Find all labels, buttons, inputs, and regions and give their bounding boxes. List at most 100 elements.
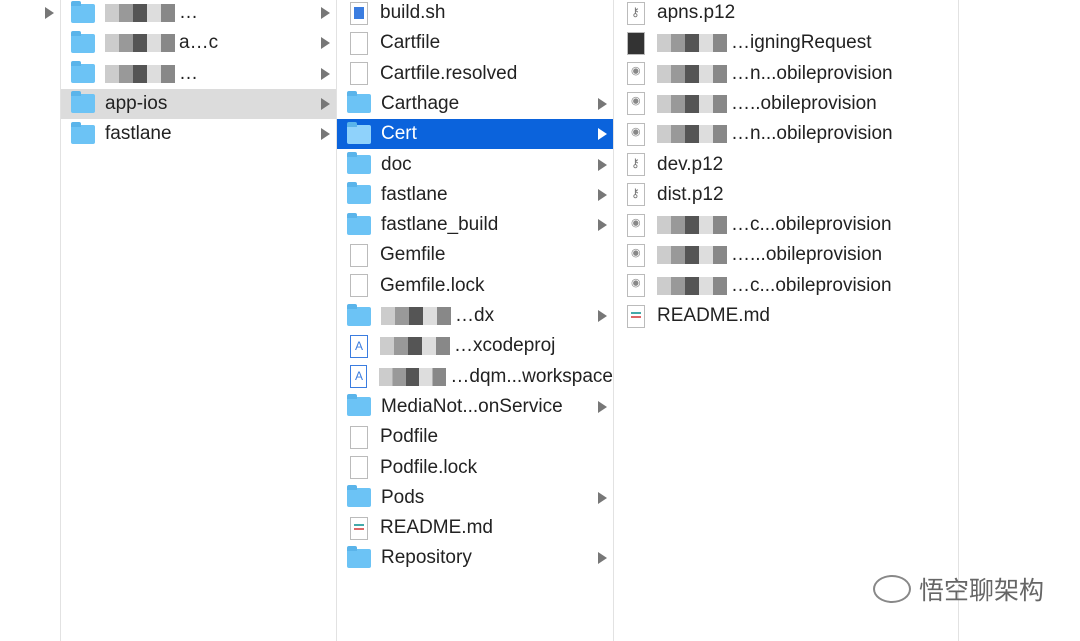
chevron-right-icon [598,552,607,565]
redacted-mosaic [657,94,727,113]
item-label: Cert [381,123,417,145]
chevron-right-icon [321,37,330,50]
item-label: Cartfile [380,32,441,54]
redacted-mosaic [105,64,175,83]
item-label: Pods [381,486,425,508]
file-sh-icon [350,1,368,25]
item-label: dist.p12 [657,183,724,205]
list-item[interactable]: Gemfile.lock [337,271,613,301]
list-item[interactable]: Gemfile [337,240,613,270]
item-label: Repository [381,547,472,569]
list-item[interactable]: dev.p12 [614,150,958,180]
redacted-mosaic [657,216,727,235]
item-label: Carthage [381,92,460,114]
folder-icon [71,0,95,23]
file-prov-icon [627,92,645,116]
list-item[interactable]: …n...obileprovision [614,59,958,89]
file-key-icon [627,183,645,207]
item-label: …c...obileprovision [731,274,892,296]
list-item[interactable]: Pods [337,483,613,513]
folder-icon [347,485,371,508]
item-label: …igningRequest [731,32,872,54]
list-item[interactable]: Cartfile [337,28,613,58]
list-item[interactable]: README.md [614,301,958,331]
list-item[interactable]: build.sh [337,0,613,28]
item-label: MediaNot...onService [381,395,563,417]
item-label: README.md [657,305,770,326]
folder-icon [347,182,371,205]
list-item[interactable]: …n...obileprovision [614,119,958,149]
chevron-right-icon [598,310,607,322]
list-item[interactable]: apns.p12 [614,0,958,28]
list-item[interactable]: Podfile.lock [337,453,613,483]
list-item[interactable]: Podfile [337,422,613,452]
list-item[interactable]: doc [337,150,613,180]
item-label: Gemfile [380,244,446,266]
redacted-mosaic [381,307,451,325]
item-label: fastlane_build [381,214,499,236]
redacted-mosaic [657,34,727,53]
list-item[interactable]: …igningRequest [614,28,958,58]
item-label: build.sh [380,2,446,23]
item-label: dev.p12 [657,153,724,175]
file-md-icon [627,304,645,328]
list-item[interactable]: fastlane_build [337,210,613,240]
chevron-right-icon [598,400,607,413]
list-item[interactable] [0,0,60,28]
folder-icon [347,121,371,144]
chevron-right-icon [598,491,607,504]
list-item[interactable]: app-ios [61,88,336,119]
list-item[interactable]: Cert [337,119,613,150]
chevron-right-icon [598,128,607,141]
folder-icon [71,121,95,144]
folder-icon [71,30,95,53]
chevron-right-icon [598,158,607,171]
item-label: …n...obileprovision [731,123,893,145]
list-item[interactable]: …c...obileprovision [614,210,958,240]
item-label: …..obileprovision [731,92,877,114]
list-item[interactable]: fastlane [337,180,613,210]
file-doc-icon [350,456,368,479]
file-key-icon [627,153,645,176]
list-item[interactable]: a…c [61,28,336,58]
redacted-mosaic [657,276,727,295]
file-key-icon [627,1,645,25]
list-item[interactable]: dist.p12 [614,180,958,210]
chevron-right-icon [45,7,54,19]
list-item[interactable]: …xcodeproj [337,331,613,361]
item-label: …n...obileprovision [731,62,893,84]
column-app-ios: build.sh Cartfile Cartfile.resolved Carthag… [337,0,614,641]
list-item[interactable]: fastlane [61,119,336,149]
redacted-mosaic [657,64,727,83]
list-item[interactable]: …dqm...workspace [337,362,613,392]
list-item[interactable]: …..obileprovision [614,89,958,119]
list-item[interactable]: Carthage [337,89,613,119]
list-item[interactable]: …dx [337,301,613,331]
column-cert: apns.p12 …igningRequest …n...obileprovisio… [614,0,959,641]
chevron-right-icon [321,97,330,110]
list-item[interactable]: …...obileprovision [614,240,958,270]
list-item[interactable]: … [61,0,336,28]
item-label: …dqm...workspace [450,365,613,387]
item-label: fastlane [381,183,448,205]
file-prov-icon [627,62,645,86]
watermark: 悟空聊架构 [872,571,1044,607]
item-label: app-ios [105,92,168,114]
list-item[interactable]: Cartfile.resolved [337,59,613,89]
list-item[interactable]: README.md [337,513,613,543]
redacted-mosaic [105,4,175,22]
list-item[interactable]: …c...obileprovision [614,271,958,301]
file-doc-icon [350,62,368,86]
sidebar-column [0,0,61,641]
item-label: Gemfile.lock [380,274,485,296]
chevron-right-icon [321,67,330,80]
item-label: Podfile.lock [380,456,478,478]
list-item[interactable]: MediaNot...onService [337,392,613,422]
file-prov-icon [627,274,645,298]
watermark-text: 悟空聊架构 [918,577,1044,605]
list-item[interactable]: … [61,59,336,89]
list-item[interactable]: Repository [337,543,613,573]
file-md-icon [350,516,368,540]
chevron-right-icon [598,188,607,201]
folder-icon [71,91,95,114]
